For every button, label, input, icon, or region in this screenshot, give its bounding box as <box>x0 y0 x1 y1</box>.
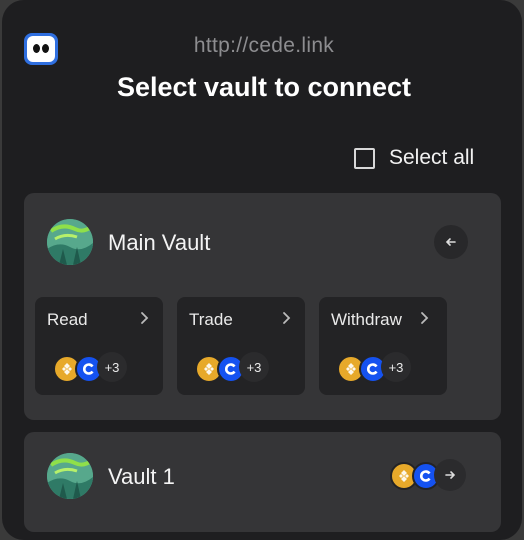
arrow-right-icon <box>445 471 456 479</box>
select-all-label: Select all <box>389 146 475 169</box>
vault-name: Main Vault <box>108 230 211 255</box>
collapse-button[interactable] <box>434 225 468 259</box>
more-tokens-badge: +3 <box>239 352 269 382</box>
site-url: http://cede.link <box>193 34 335 57</box>
more-tokens-badge: +3 <box>97 352 127 382</box>
select-all-control[interactable]: Select all <box>354 146 474 170</box>
vault-avatar <box>47 219 93 265</box>
permission-card-withdraw[interactable]: Withdraw +3 <box>319 297 447 395</box>
chevron-right-icon <box>283 312 291 324</box>
connect-dialog: http://cede.link Select vault to connect… <box>2 0 522 540</box>
more-tokens-badge: +3 <box>381 352 411 382</box>
permission-label: Read <box>47 310 88 329</box>
page-title: Select vault to connect <box>116 72 412 102</box>
permission-label: Withdraw <box>331 310 402 329</box>
arrow-left-icon <box>445 238 456 246</box>
select-all-checkbox[interactable] <box>354 147 375 169</box>
permission-card-trade[interactable]: Trade +3 <box>177 297 305 395</box>
vault-avatar <box>47 453 93 499</box>
vault-name: Vault 1 <box>108 464 175 489</box>
vault-card-main[interactable]: Main Vault Read +3 Trade +3 Withdraw +3 <box>24 193 501 420</box>
vault-card-vault-1[interactable]: Vault 1 <box>24 432 501 532</box>
permission-card-read[interactable]: Read +3 <box>35 297 163 395</box>
expand-button[interactable] <box>434 459 466 491</box>
permission-label: Trade <box>189 310 233 329</box>
chevron-right-icon <box>421 312 429 324</box>
chevron-right-icon <box>141 312 149 324</box>
